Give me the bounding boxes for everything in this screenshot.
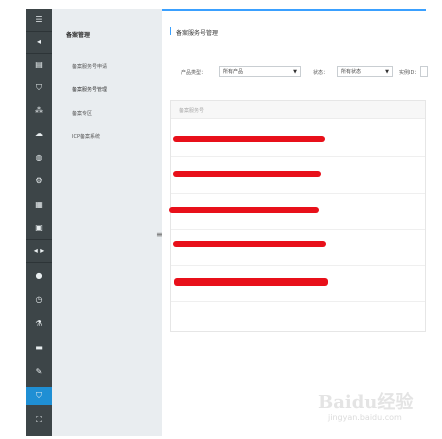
row-divider xyxy=(171,265,425,266)
clock-icon[interactable]: ◷ xyxy=(26,291,52,309)
network-icon[interactable]: ⁂ xyxy=(26,102,52,120)
redaction-mark xyxy=(173,241,326,247)
row-divider xyxy=(171,229,425,230)
chevron-down-icon: ▼ xyxy=(385,68,389,75)
tree-icon[interactable]: ⛶ xyxy=(26,411,52,429)
menu-icon[interactable]: ☰ xyxy=(26,11,52,29)
chevron-down-icon: ▼ xyxy=(293,68,297,75)
status-select-value: 所有状态 xyxy=(341,69,362,75)
product-select[interactable]: 所有产品 ▼ xyxy=(219,66,301,77)
subnav-item-zone[interactable]: 备案专区 xyxy=(72,110,92,117)
product-filter-label: 产品类型： xyxy=(181,70,207,76)
redaction-mark xyxy=(173,171,321,177)
mail-icon[interactable]: ▬ xyxy=(26,339,52,357)
expand-icon[interactable]: ◂ ▸ xyxy=(26,242,52,260)
row-divider xyxy=(171,156,425,157)
edit-icon[interactable]: ✎ xyxy=(26,363,52,381)
gear-circle-icon[interactable]: ⚙ xyxy=(26,172,52,190)
user-icon[interactable]: ● xyxy=(26,267,52,285)
title-accent xyxy=(170,27,171,35)
subnav-item-icp[interactable]: ICP备案系统 xyxy=(72,133,100,140)
redaction-mark xyxy=(169,207,319,213)
cloud-icon[interactable]: ☁ xyxy=(26,125,52,143)
flask-icon[interactable]: ⚗ xyxy=(26,315,52,333)
subnav-item-manage[interactable]: 备案服务号管理 xyxy=(72,86,107,93)
collapse-icon[interactable]: ◂ xyxy=(26,33,52,51)
instance-id-label: 实例ID： xyxy=(399,70,420,76)
column-header-service-number: 备案服务号 xyxy=(179,108,205,114)
database-icon[interactable]: ▦ xyxy=(26,196,52,214)
secondary-sidebar xyxy=(52,9,162,436)
redaction-mark xyxy=(173,136,325,142)
list-icon[interactable]: ▤ xyxy=(26,56,52,74)
subnav-title: 备案管理 xyxy=(66,32,91,39)
page-title: 备案服务号管理 xyxy=(176,30,219,37)
table-header: 备案服务号 xyxy=(171,101,425,119)
storage-icon[interactable]: ▣ xyxy=(26,219,52,237)
row-divider xyxy=(171,193,425,194)
watermark-url: jingyan.baidu.com xyxy=(328,413,402,422)
globe-icon[interactable]: ◍ xyxy=(26,149,52,167)
row-divider xyxy=(171,301,425,302)
instance-id-input[interactable] xyxy=(420,66,428,77)
rail-divider xyxy=(26,239,52,240)
status-filter-label: 状态： xyxy=(313,70,329,76)
product-select-value: 所有产品 xyxy=(223,69,244,75)
icon-rail: ☰ ◂ ▤ ⛉ ⁂ ☁ ◍ ⚙ ▦ ▣ ◂ ▸ ● ◷ ⚗ ▬ ✎ ⛉ ⛶ xyxy=(26,9,52,436)
redaction-mark xyxy=(174,278,328,286)
rail-divider xyxy=(26,31,52,32)
rail-divider xyxy=(26,262,52,263)
baidu-watermark: Baidu经验 xyxy=(318,392,414,413)
shield-icon[interactable]: ⛉ xyxy=(26,79,52,97)
service-number-table: 备案服务号 xyxy=(170,100,426,332)
rail-divider xyxy=(26,53,52,54)
subnav-item-apply[interactable]: 备案服务号申请 xyxy=(72,63,107,70)
record-shield-icon[interactable]: ⛉ xyxy=(26,387,52,405)
status-select[interactable]: 所有状态 ▼ xyxy=(337,66,393,77)
